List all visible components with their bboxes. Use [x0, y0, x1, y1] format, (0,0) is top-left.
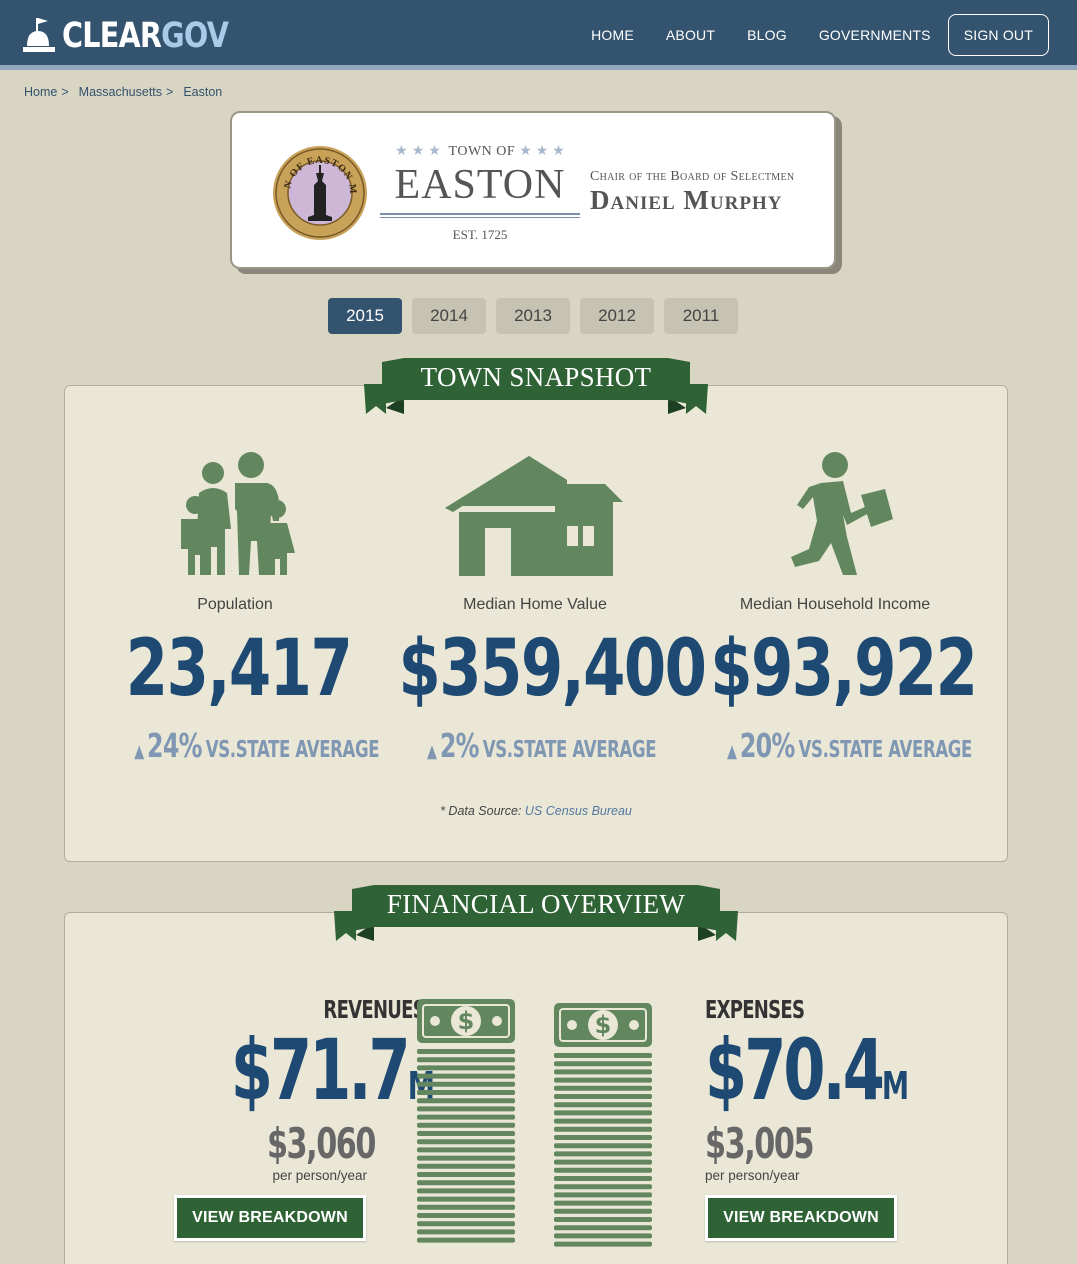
logo-text: CLEARGOV — [62, 16, 229, 56]
breadcrumb-town: Easton — [183, 85, 223, 99]
revenues-label: REVENUES — [323, 995, 425, 1024]
money-stack-icon: $ — [417, 999, 515, 1243]
sign-out-button[interactable]: SIGN OUT — [947, 14, 1049, 56]
main-nav: HOME ABOUT BLOG GOVERNMENTS SIGN OUT — [559, 14, 1049, 56]
breadcrumb-separator: > — [166, 85, 174, 99]
expenses-label: EXPENSES — [705, 995, 805, 1024]
nav-about[interactable]: ABOUT — [666, 27, 715, 43]
data-source: * Data Source: US Census Bureau — [65, 804, 1007, 818]
year-tab-2014[interactable]: 2014 — [412, 298, 486, 334]
navbar: CLEARGOV HOME ABOUT BLOG GOVERNMENTS SIG… — [0, 0, 1077, 70]
nav-blog[interactable]: BLOG — [747, 27, 787, 43]
logo-clear: CLEAR — [62, 16, 162, 56]
expenses-view-breakdown-button[interactable]: VIEW BREAKDOWN — [705, 1195, 897, 1241]
divider — [380, 217, 580, 218]
breadcrumb-separator: > — [61, 85, 69, 99]
town-of-text: TOWN OF — [448, 144, 516, 159]
chair-name: Daniel Murphy — [590, 185, 783, 215]
capitol-dome-icon — [23, 18, 55, 52]
expenses-value: $70.4M — [705, 1021, 910, 1119]
breadcrumb-state[interactable]: Massachusetts — [79, 85, 162, 99]
revenues-value: $71.7M — [230, 1021, 435, 1119]
town-card: TOWN OF EASTON MASS ★★★ TOWN OF ★★★ EAST… — [230, 111, 836, 269]
stars-left-icon: ★★★ — [395, 144, 445, 159]
financial-overview-banner: FINANCIAL OVERVIEW — [334, 885, 738, 943]
home-value-label: Median Home Value — [463, 596, 607, 613]
logo[interactable]: CLEARGOV — [22, 14, 265, 58]
town-snapshot-panel: Population Median Home Value Median Hous… — [64, 385, 1008, 862]
expenses-per-person: $3,005 — [705, 1119, 814, 1168]
up-arrow-icon: ▲ — [727, 741, 737, 762]
household-income-label: Median Household Income — [739, 596, 931, 613]
population-compare: ▲24% VS.STATE AVERAGE — [134, 726, 380, 765]
home-value-value: $359,400 — [398, 624, 708, 714]
nav-home[interactable]: HOME — [591, 27, 634, 43]
svg-text:$: $ — [458, 1007, 475, 1035]
data-source-label: * Data Source: — [440, 804, 522, 818]
year-tab-2015[interactable]: 2015 — [328, 298, 402, 334]
worker-icon — [791, 452, 893, 575]
population-value: 23,417 — [125, 624, 353, 714]
established-year: EST. 1725 — [452, 227, 508, 242]
revenues-view-breakdown-button[interactable]: VIEW BREAKDOWN — [174, 1195, 366, 1241]
financial-overview-title: FINANCIAL OVERVIEW — [386, 889, 686, 919]
home-value-compare: ▲2% VS.STATE AVERAGE — [427, 726, 657, 765]
divider — [380, 213, 580, 215]
population-label: Population — [197, 596, 273, 613]
family-icon — [181, 452, 295, 575]
town-of-label: ★★★ TOWN OF ★★★ — [382, 143, 582, 160]
house-icon — [445, 456, 623, 576]
town-snapshot-title: TOWN SNAPSHOT — [420, 362, 652, 392]
year-tab-2013[interactable]: 2013 — [496, 298, 570, 334]
nav-governments[interactable]: GOVERNMENTS — [819, 27, 931, 43]
revenues-per-person-label: per person/year — [272, 1168, 367, 1183]
svg-text:$: $ — [595, 1011, 612, 1039]
breadcrumb: Home > Massachusetts > Easton — [24, 85, 222, 99]
expenses-per-person-label: per person/year — [705, 1168, 800, 1183]
household-income-value: $93,922 — [710, 624, 978, 714]
logo-gov: GOV — [161, 16, 229, 56]
financial-overview-panel: REVENUES $71.7M $3,060 per person/year V… — [64, 912, 1008, 1264]
year-tab-2011[interactable]: 2011 — [664, 298, 738, 334]
up-arrow-icon: ▲ — [134, 741, 145, 762]
town-snapshot-banner: TOWN SNAPSHOT — [364, 358, 708, 416]
town-name: EASTON — [394, 162, 566, 208]
town-seal-icon: TOWN OF EASTON MASS — [272, 145, 367, 240]
breadcrumb-home[interactable]: Home — [24, 85, 57, 99]
household-income-compare: ▲20% VS.STATE AVERAGE — [727, 726, 973, 765]
chair-title: Chair of the Board of Selectmen — [590, 169, 795, 184]
data-source-link[interactable]: US Census Bureau — [525, 804, 632, 818]
year-tab-2012[interactable]: 2012 — [580, 298, 654, 334]
money-stack-icon: $ — [554, 1003, 652, 1247]
year-tabs: 2015 2014 2013 2012 2011 — [328, 298, 738, 334]
revenues-per-person: $3,060 — [266, 1119, 376, 1168]
stars-right-icon: ★★★ — [519, 144, 569, 159]
up-arrow-icon: ▲ — [427, 741, 437, 762]
